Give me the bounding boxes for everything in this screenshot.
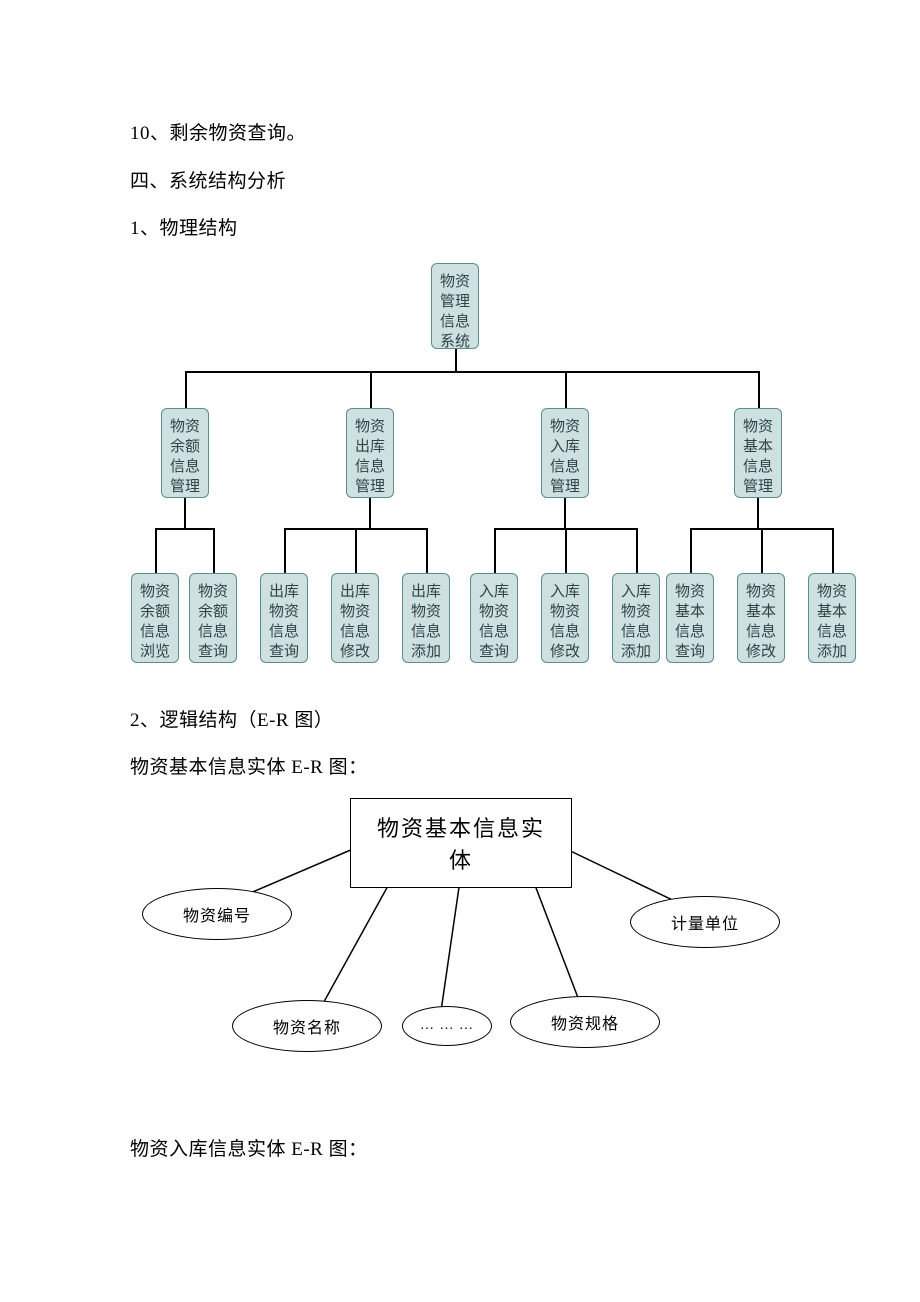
er-entity: 物资基本信息实体 xyxy=(350,798,572,888)
sub-2-title: 2、逻辑结构（E-R 图） xyxy=(130,697,790,745)
er2-title: 物资入库信息实体 E-R 图： xyxy=(130,1126,790,1174)
er-diagram-1: 物资基本信息实体 物资编号 计量单位 物资名称 … … … 物资规格 xyxy=(0,798,920,1098)
tree-leaf-3-1: 入库物资信息查询 xyxy=(470,573,518,663)
tree-mid-3: 物资入库信息管理 xyxy=(541,408,589,498)
tree-mid-1: 物资余额信息管理 xyxy=(161,408,209,498)
physical-structure-tree: 物资管理信息系统 物资余额信息管理 物资出库信息管理 物资入库信息管理 物资基本… xyxy=(0,263,920,683)
sub-1-title: 1、物理结构 xyxy=(130,205,790,253)
er-attr-5: 物资规格 xyxy=(510,996,660,1048)
tree-leaf-2-3: 出库物资信息添加 xyxy=(402,573,450,663)
tree-leaf-3-3: 入库物资信息添加 xyxy=(612,573,660,663)
section-4-title: 四、系统结构分析 xyxy=(130,158,790,206)
er-attr-1: 物资编号 xyxy=(142,888,292,940)
tree-leaf-4-2: 物资基本信息修改 xyxy=(737,573,785,663)
er1-title: 物资基本信息实体 E-R 图： xyxy=(130,744,790,792)
tree-leaf-4-3: 物资基本信息添加 xyxy=(808,573,856,663)
tree-leaf-2-2: 出库物资信息修改 xyxy=(331,573,379,663)
tree-leaf-3-2: 入库物资信息修改 xyxy=(541,573,589,663)
er-attr-2: 计量单位 xyxy=(630,896,780,948)
er-attr-3: 物资名称 xyxy=(232,1000,382,1052)
line-10: 10、剩余物资查询。 xyxy=(130,110,790,158)
tree-mid-2: 物资出库信息管理 xyxy=(346,408,394,498)
tree-mid-4: 物资基本信息管理 xyxy=(734,408,782,498)
er-attr-4: … … … xyxy=(402,1006,492,1046)
tree-root: 物资管理信息系统 xyxy=(431,263,479,349)
tree-leaf-2-1: 出库物资信息查询 xyxy=(260,573,308,663)
tree-leaf-1-1: 物资余额信息浏览 xyxy=(131,573,179,663)
tree-leaf-4-1: 物资基本信息查询 xyxy=(666,573,714,663)
tree-leaf-1-2: 物资余额信息查询 xyxy=(189,573,237,663)
